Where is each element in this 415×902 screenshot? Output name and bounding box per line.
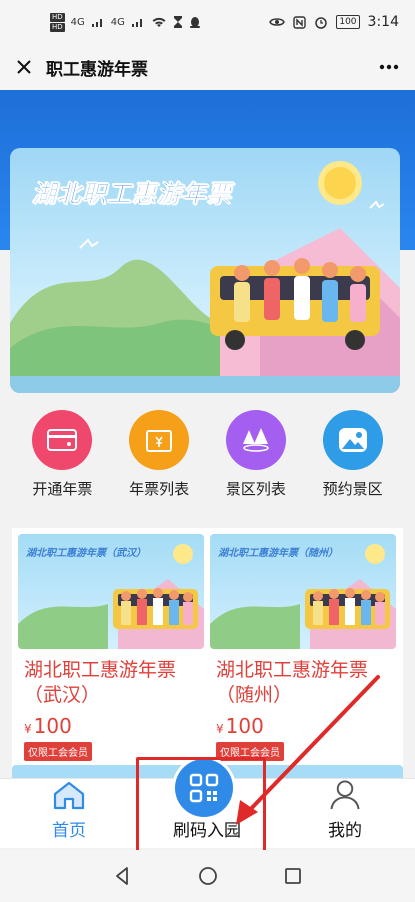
status-bar: HD HD 4G 4G 100 3:14 (0, 0, 415, 44)
product-name: 湖北职工惠游年票（随州） (216, 659, 369, 706)
eye-icon (269, 18, 286, 26)
product-image-title: 湖北职工惠游年票（随州） (218, 548, 338, 559)
page-title: 职工惠游年票 (46, 59, 148, 80)
sim-indicators: HD HD (50, 12, 65, 32)
banner[interactable]: 湖北职工惠游年票 (10, 148, 400, 393)
currency-symbol: ¥ (24, 722, 32, 736)
app-screen: HD HD 4G 4G 100 3:14 职工惠游年票 湖北职工惠游年票 开通年… (0, 0, 415, 902)
product-image-title: 湖北职工惠游年票（武汉） (26, 548, 146, 559)
nav-home[interactable]: 首页 (0, 779, 138, 849)
menu-item-pass-list[interactable]: 年票列表 (114, 410, 204, 510)
menu-icon-circle (225, 410, 286, 470)
banner-title: 湖北职工惠游年票 (32, 180, 232, 209)
menu-item-scenic-list[interactable]: 景区列表 (211, 410, 301, 510)
product-price: ¥100 (216, 714, 264, 738)
back-icon[interactable] (113, 866, 133, 886)
alarm-icon (315, 17, 328, 29)
network1-label: 4G (70, 16, 85, 28)
product-price: ¥100 (24, 714, 72, 738)
signal-icon (91, 19, 102, 27)
network2-label: 4G (110, 16, 125, 28)
clock: 3:14 (367, 14, 399, 30)
menu-item-open-pass[interactable]: 开通年票 (17, 410, 107, 510)
product-card[interactable]: 湖北职工惠游年票（随州） 湖北职工惠游年票（随州） ¥100 仅限工会会员 (210, 534, 396, 766)
wifi-icon (152, 17, 166, 27)
mountain-photo-icon (338, 428, 367, 452)
menu-label: 开通年票 (32, 480, 93, 498)
product-image: 湖北职工惠游年票（随州） (210, 534, 396, 649)
nav-mine-label: 我的 (328, 821, 362, 841)
price-value: 100 (33, 714, 72, 738)
more-dots-icon (379, 64, 399, 70)
annotation-highlight-box (136, 757, 266, 857)
battery-indicator: 100 (336, 15, 360, 29)
trees-icon (242, 428, 269, 452)
menu-label: 年票列表 (129, 480, 190, 498)
quick-menu: 开通年票 年票列表 景区列表 预约景区 (0, 410, 415, 510)
close-icon (17, 60, 31, 74)
system-nav-bar (0, 850, 415, 902)
nav-mine[interactable]: 我的 (276, 779, 414, 849)
menu-label: 景区列表 (225, 480, 286, 498)
signal-icon-2 (131, 19, 142, 27)
menu-icon-circle (129, 410, 190, 470)
nfc-icon (293, 15, 307, 29)
status-right: 100 3:14 (269, 14, 399, 30)
menu-icon-circle (322, 410, 383, 470)
user-icon (330, 780, 360, 810)
currency-symbol: ¥ (216, 722, 224, 736)
product-image: 湖北职工惠游年票（武汉） (18, 534, 204, 649)
nav-home-label: 首页 (52, 821, 86, 841)
title-bar: 职工惠游年票 (0, 44, 415, 90)
home-icon (53, 781, 85, 810)
menu-label: 预约景区 (322, 480, 383, 498)
product-list: 湖北职工惠游年票（武汉） 湖北职工惠游年票（武汉） ¥100 仅限工会会员 湖北… (12, 528, 403, 778)
more-button[interactable] (375, 55, 403, 79)
sim2-badge: HD (50, 22, 65, 32)
hourglass-icon (173, 16, 182, 28)
card-icon (47, 429, 78, 451)
wallet-icon (146, 430, 173, 452)
menu-icon-circle (32, 410, 93, 470)
product-name: 湖北职工惠游年票（武汉） (24, 659, 177, 706)
recents-icon[interactable] (284, 867, 302, 885)
menu-item-book-scenic[interactable]: 预约景区 (308, 410, 398, 510)
product-card[interactable]: 湖北职工惠游年票（武汉） 湖北职工惠游年票（武汉） ¥100 仅限工会会员 (18, 534, 204, 766)
qq-icon (189, 16, 200, 28)
home-circle-icon[interactable] (198, 866, 218, 886)
member-badge: 仅限工会会员 (24, 742, 92, 761)
price-value: 100 (225, 714, 264, 738)
sim1-badge: HD (50, 12, 65, 22)
close-button[interactable] (12, 55, 36, 79)
status-left: HD HD 4G 4G (50, 12, 201, 32)
